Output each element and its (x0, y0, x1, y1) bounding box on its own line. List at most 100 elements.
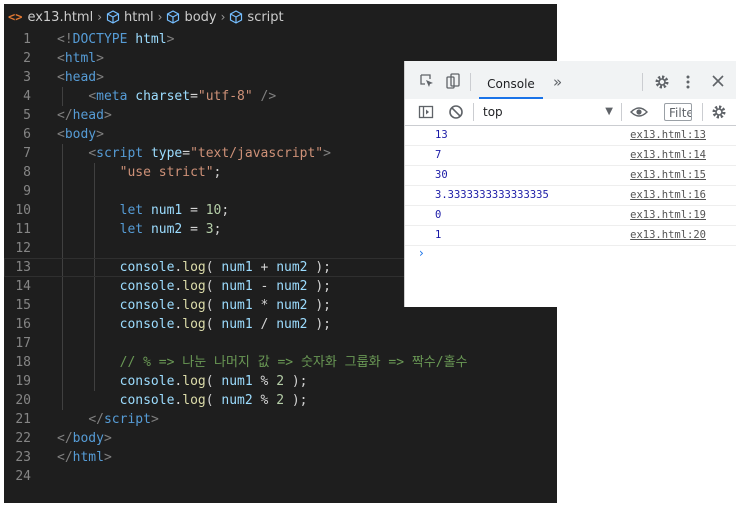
line-number: 10 (15, 203, 31, 218)
code-token: ); (307, 298, 331, 313)
breadcrumb-file[interactable]: <> ex13.html (8, 10, 93, 25)
line-number: 24 (15, 469, 31, 484)
source-link[interactable]: ex13.html:14 (630, 146, 706, 165)
line-text: console.log( num1 % 2 ); (57, 372, 308, 391)
code-token: body (64, 127, 97, 142)
file-code-icon: <> (8, 10, 23, 24)
device-toolbar-icon[interactable] (445, 73, 461, 89)
code-token: console (119, 393, 175, 408)
inspect-icon[interactable] (419, 73, 435, 89)
code-line[interactable]: 24 (4, 467, 557, 486)
caret-down-icon: ▼ (605, 106, 613, 117)
source-link[interactable]: ex13.html:15 (630, 166, 706, 185)
code-token: ; (213, 222, 222, 237)
line-text: console.log( num1 * num2 ); (57, 296, 331, 315)
tab-console[interactable]: Console (479, 69, 543, 99)
line-text: <body> (57, 125, 104, 144)
source-link[interactable]: ex13.html:16 (630, 186, 706, 205)
code-line[interactable]: 21 </script> (4, 410, 557, 429)
console-prompt[interactable]: › (419, 246, 424, 260)
code-token: = (190, 89, 198, 104)
code-token: = (182, 222, 206, 237)
code-token: <! (57, 32, 73, 47)
sidebar-icon[interactable] (418, 104, 434, 120)
code-token: num1 (221, 298, 253, 313)
code-token: </ (57, 431, 73, 446)
toolbar-divider (470, 73, 471, 91)
code-line[interactable]: 1 <!DOCTYPE html> (4, 30, 557, 49)
chevron-right-icon: › (97, 10, 103, 24)
code-token: let (119, 222, 144, 237)
code-token: 10 (205, 203, 222, 218)
line-text: <html> (57, 49, 104, 68)
code-token: - (252, 279, 277, 294)
code-token: script (96, 146, 144, 161)
symbol-cube-icon (106, 10, 120, 24)
code-token: log (182, 374, 206, 389)
line-number: 16 (15, 317, 31, 332)
console-value: 7 (435, 149, 442, 161)
toolbar-divider (642, 73, 643, 91)
code-line[interactable]: 19 console.log( num1 % 2 ); (4, 372, 557, 391)
console-value: 13 (435, 129, 448, 141)
source-link[interactable]: ex13.html:13 (630, 126, 706, 145)
line-text: </html> (57, 448, 112, 467)
code-token: / (252, 317, 277, 332)
line-number: 11 (15, 222, 31, 237)
code-token: = (182, 203, 206, 218)
context-select[interactable]: top ▼ (483, 102, 613, 122)
code-line[interactable]: 17 (4, 334, 557, 353)
more-tabs-icon[interactable]: » (553, 74, 562, 90)
code-token: 2 (276, 374, 285, 389)
line-text: console.log( num1 - num2 ); (57, 277, 331, 296)
more-icon[interactable] (685, 74, 691, 90)
code-line[interactable]: 22 </body> (4, 429, 557, 448)
line-text: </body> (57, 429, 112, 448)
code-token: ( (205, 279, 222, 294)
clear-console-icon[interactable] (448, 104, 464, 120)
settings-icon[interactable] (711, 104, 727, 120)
breadcrumb-item-html[interactable]: html (106, 10, 154, 25)
code-token: console (119, 374, 175, 389)
source-link[interactable]: ex13.html:20 (630, 226, 706, 245)
console-messages: 13 ex13.html:13 7 ex13.html:14 30 ex13.html:1… (405, 126, 736, 246)
breadcrumb-item-script[interactable]: script (229, 10, 284, 25)
eye-icon[interactable] (630, 105, 648, 119)
breadcrumb-item-body[interactable]: body (166, 10, 217, 25)
code-token: log (182, 317, 206, 332)
breadcrumb: <> ex13.html › html › body › script (4, 4, 557, 30)
line-text: <script type="text/javascript"> (57, 144, 331, 163)
source-link[interactable]: ex13.html:19 (630, 206, 706, 225)
code-token: DOCTYPE (72, 32, 128, 47)
line-text: console.log( num2 % 2 ); (57, 391, 308, 410)
code-token: log (182, 393, 206, 408)
code-line[interactable]: 23 </html> (4, 448, 557, 467)
filter-input[interactable]: Filte (664, 103, 692, 121)
symbol-cube-icon (230, 10, 243, 24)
line-text: console.log( num1 + num2 ); (57, 258, 331, 277)
chevron-right-icon: › (157, 10, 163, 24)
code-token: ; (221, 203, 230, 218)
code-token: > (323, 146, 331, 161)
code-token: meta (96, 89, 128, 104)
code-token: num2 (276, 279, 308, 294)
line-number: 6 (23, 127, 31, 142)
code-token: console (119, 260, 175, 275)
code-token: type (150, 146, 183, 161)
code-token: ( (205, 317, 222, 332)
settings-icon[interactable] (654, 74, 670, 90)
code-line[interactable]: 20 console.log( num2 % 2 ); (4, 391, 557, 410)
code-token: html (72, 450, 104, 465)
code-token: * (252, 298, 277, 313)
close-icon[interactable] (712, 75, 724, 87)
code-token: "text/javascript" (190, 146, 324, 161)
code-token: log (182, 279, 206, 294)
code-line[interactable]: 18 // % => 나눈 나머지 값 => 숫자화 그룹화 => 짝수/홀수 (4, 353, 557, 372)
line-text: "use strict"; (57, 163, 222, 182)
code-line[interactable]: 16 console.log( num1 / num2 ); (4, 315, 557, 334)
